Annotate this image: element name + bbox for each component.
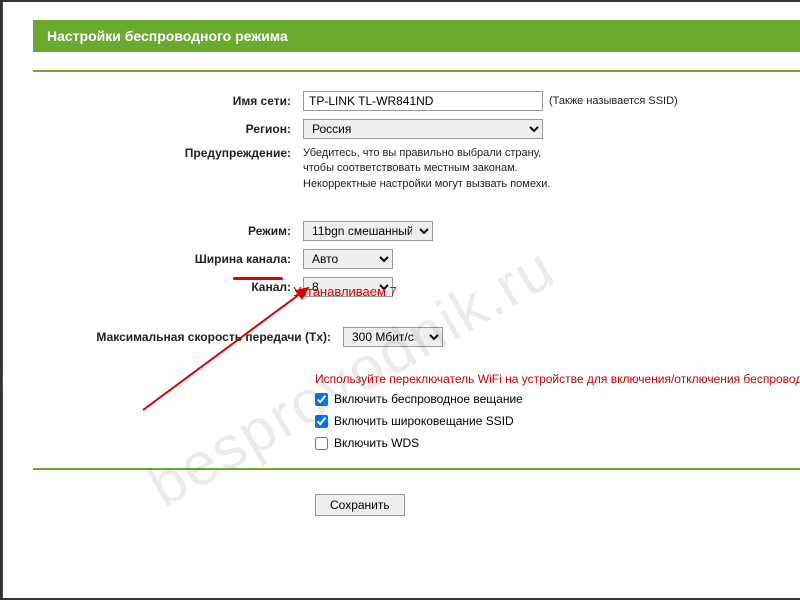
divider [33, 468, 800, 470]
wds-checkbox[interactable] [315, 437, 328, 450]
ssid-broadcast-label: Включить широковещание SSID [334, 414, 514, 428]
ssid-label: Имя сети: [33, 94, 303, 108]
page-title: Настройки беспроводного режима [33, 20, 800, 52]
mode-label: Режим: [33, 224, 303, 238]
channel-width-label: Ширина канала: [33, 252, 303, 266]
arrow-annotation-icon [123, 280, 323, 420]
divider [33, 70, 800, 72]
region-select[interactable]: Россия [303, 119, 543, 139]
txrate-label: Максимальная скорость передачи (Tx): [33, 330, 343, 344]
wireless-broadcast-checkbox[interactable] [315, 393, 328, 406]
channel-label: Канал: [33, 280, 303, 294]
channel-width-select[interactable]: Авто [303, 249, 393, 269]
txrate-select[interactable]: 300 Мбит/с [343, 327, 443, 347]
region-label: Регион: [33, 122, 303, 136]
save-button[interactable]: Сохранить [315, 494, 405, 516]
warning-text: Убедитесь, что вы правильно выбрали стра… [303, 146, 550, 192]
ssid-broadcast-checkbox[interactable] [315, 415, 328, 428]
channel-select[interactable]: 8 [303, 277, 393, 297]
ssid-input[interactable] [303, 91, 543, 111]
wds-label: Включить WDS [334, 436, 419, 450]
content-area: Настройки беспроводного режима Имя сети:… [3, 2, 800, 598]
warning-label: Предупреждение: [33, 146, 303, 160]
mode-select[interactable]: 11bgn смешанный [303, 221, 433, 241]
wireless-broadcast-label: Включить беспроводное вещание [334, 392, 523, 406]
wifi-switch-note: Используйте переключатель WiFi на устрой… [315, 372, 800, 386]
ssid-hint: (Также называется SSID) [549, 95, 678, 107]
